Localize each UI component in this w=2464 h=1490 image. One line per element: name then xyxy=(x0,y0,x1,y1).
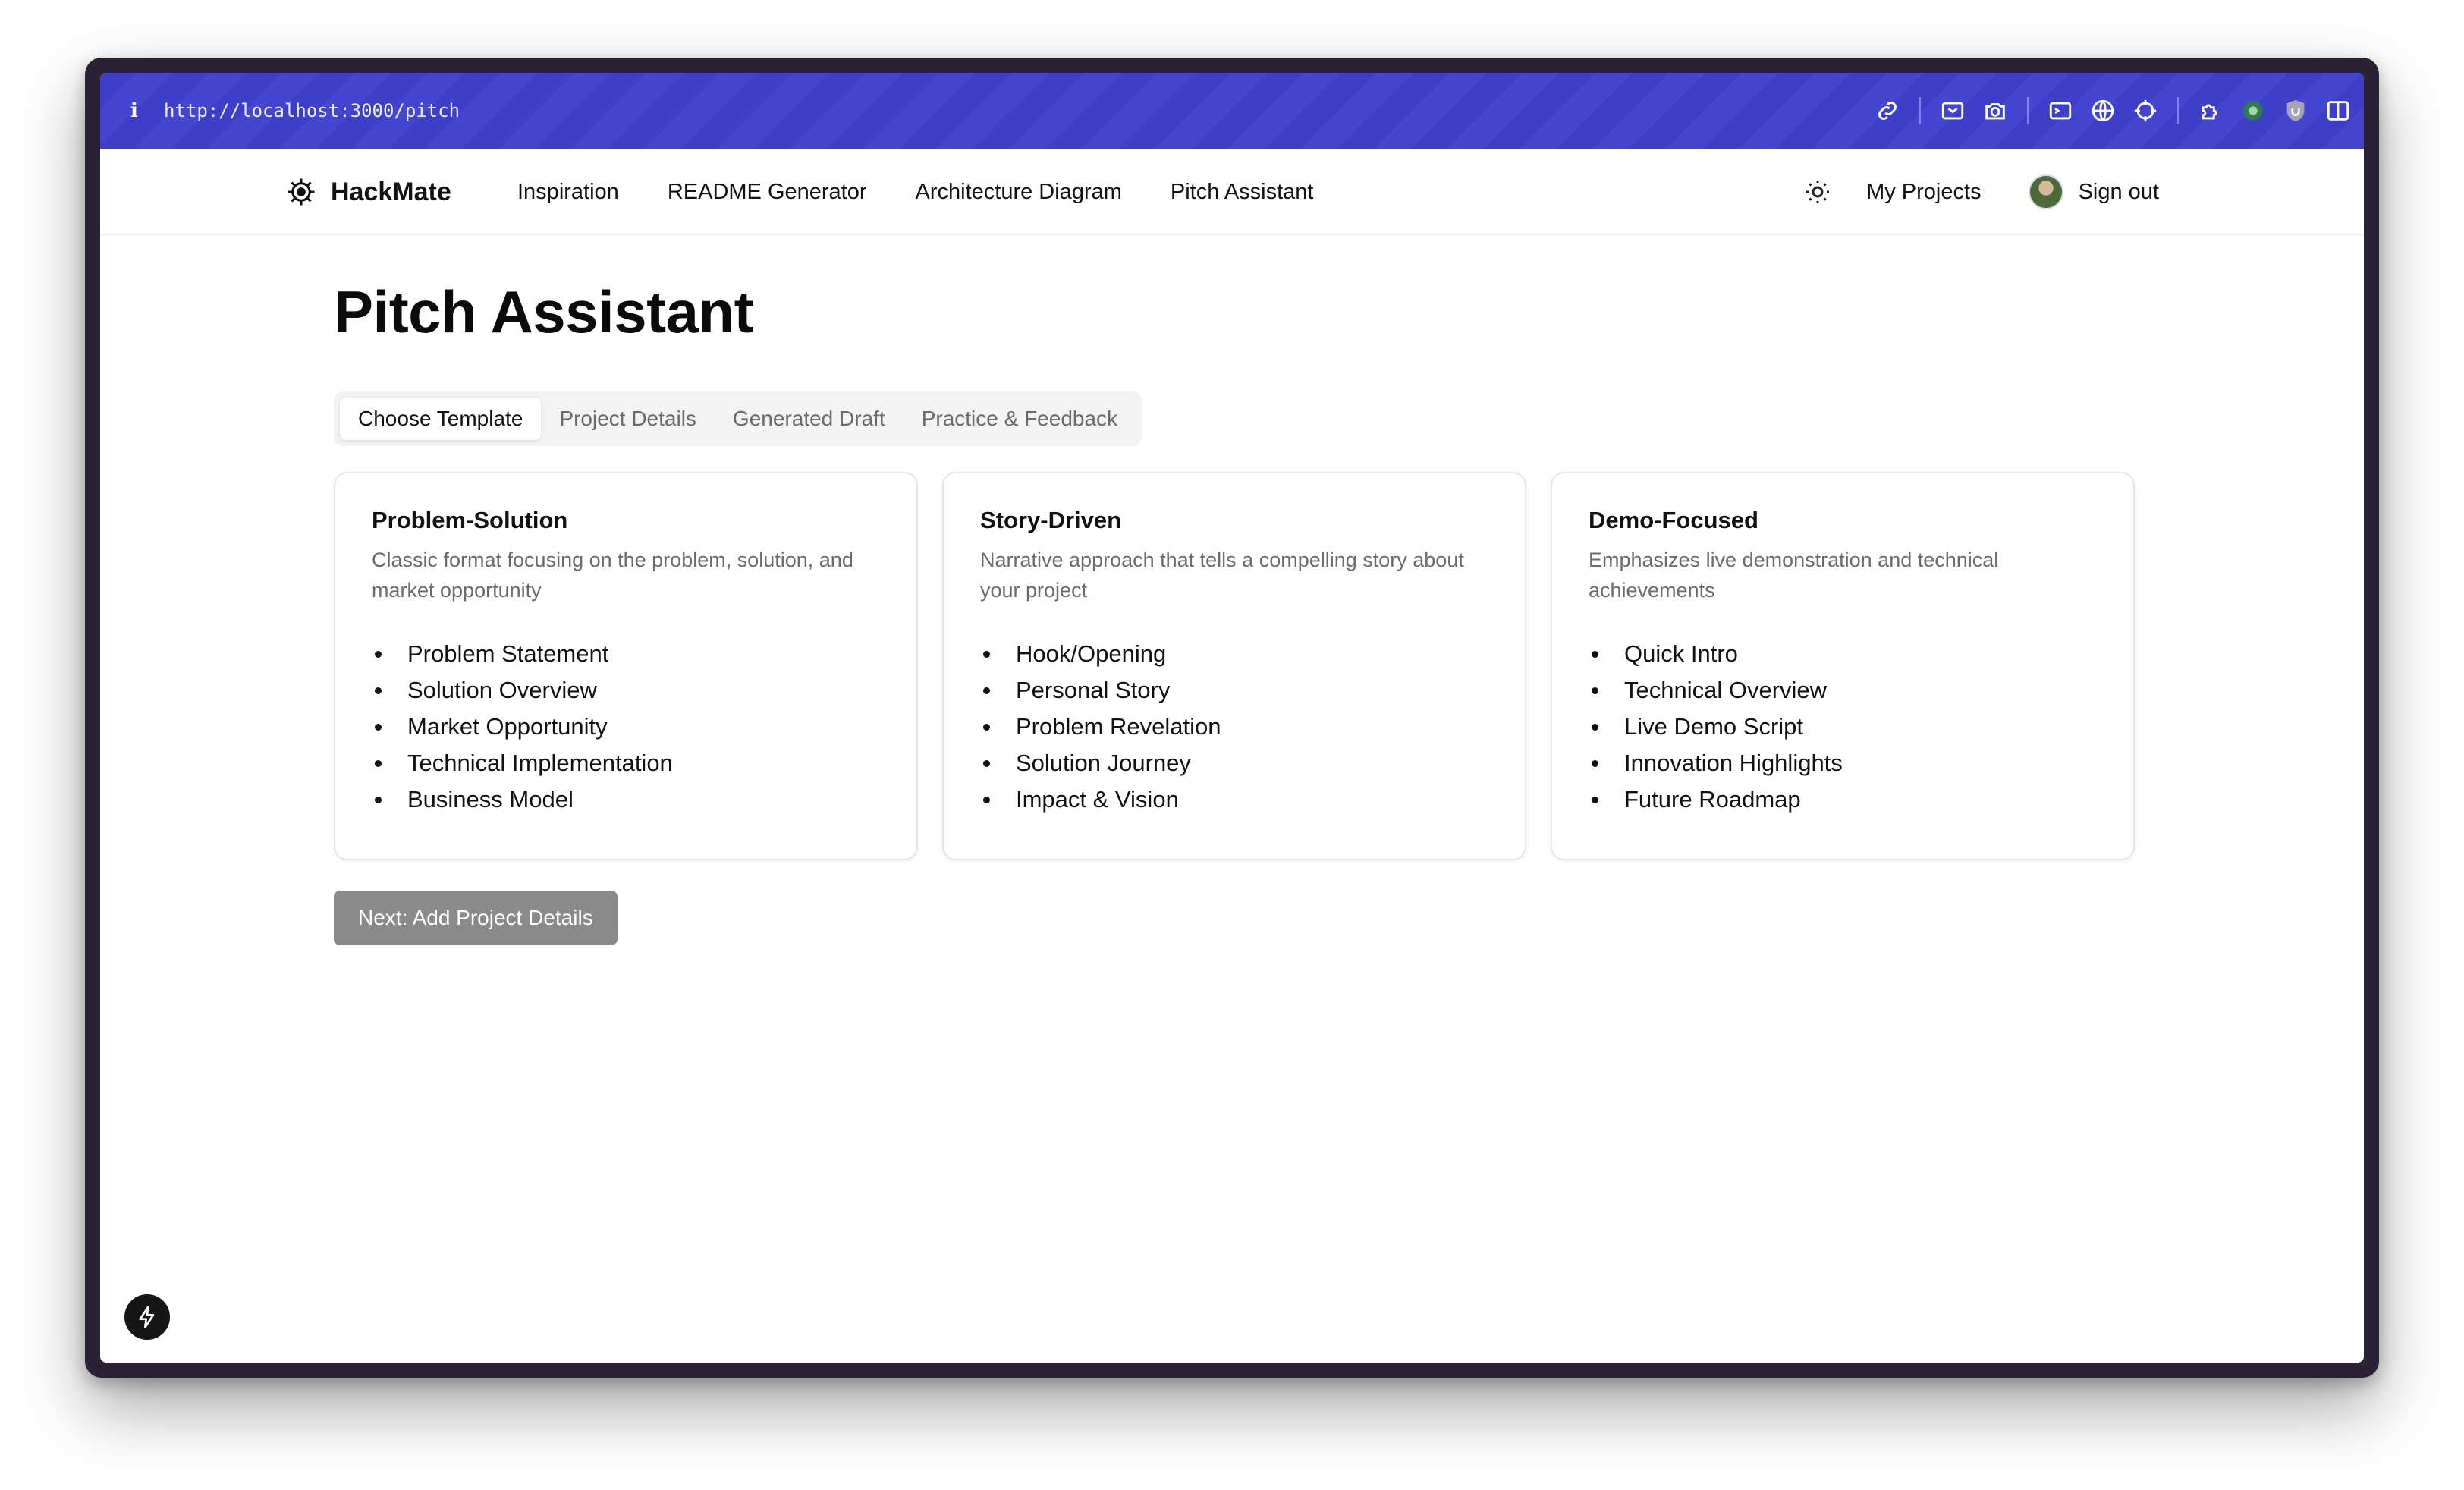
template-sections: Quick Intro Technical Overview Live Demo… xyxy=(1589,636,2097,818)
brand[interactable]: HackMate xyxy=(282,149,451,235)
step-tabs: Choose Template Project Details Generate… xyxy=(334,391,1142,446)
template-sections: Hook/Opening Personal Story Problem Reve… xyxy=(980,636,1488,818)
ublock-shield-icon[interactable] xyxy=(2282,97,2309,124)
browser-frame: i http://localhost:3000/pitch HackMate I… xyxy=(85,58,2379,1378)
toolbar-divider xyxy=(1919,97,1921,124)
list-item: Innovation Highlights xyxy=(1589,745,2097,781)
hackmate-logo-icon xyxy=(288,178,315,206)
link-icon[interactable] xyxy=(1874,97,1901,124)
brand-name: HackMate xyxy=(331,177,451,206)
page-title: Pitch Assistant xyxy=(334,278,754,345)
lightning-icon xyxy=(139,1306,155,1328)
site-info-icon[interactable]: i xyxy=(123,99,146,122)
browser-window: i http://localhost:3000/pitch HackMate I… xyxy=(100,73,2364,1363)
crosshair-icon[interactable] xyxy=(2132,97,2159,124)
nav-link-pitch-assistant[interactable]: Pitch Assistant xyxy=(1171,180,1314,205)
list-item: Future Roadmap xyxy=(1589,781,2097,818)
template-name: Problem-Solution xyxy=(372,507,568,533)
list-item: Technical Overview xyxy=(1589,672,2097,709)
list-item: Solution Journey xyxy=(980,745,1488,781)
nav-link-inspiration[interactable]: Inspiration xyxy=(517,180,619,205)
tab-practice-feedback[interactable]: Practice & Feedback xyxy=(904,398,1136,440)
list-item: Quick Intro xyxy=(1589,636,2097,672)
list-item: Personal Story xyxy=(980,672,1488,709)
theme-toggle-sun-icon[interactable] xyxy=(1804,178,1831,206)
avatar[interactable] xyxy=(2028,174,2063,209)
list-item: Live Demo Script xyxy=(1589,709,2097,745)
template-card-demo-focused[interactable]: Demo-Focused Emphasizes live demonstrati… xyxy=(1551,472,2135,860)
template-card-problem-solution[interactable]: Problem-Solution Classic format focusing… xyxy=(334,472,918,860)
globe-icon[interactable] xyxy=(2089,97,2117,124)
list-item: Technical Implementation xyxy=(372,745,880,781)
list-item: Impact & Vision xyxy=(980,781,1488,818)
my-projects-link[interactable]: My Projects xyxy=(1866,180,1981,205)
screenshot-icon[interactable] xyxy=(1939,97,1966,124)
nav-link-architecture-diagram[interactable]: Architecture Diagram xyxy=(916,180,1122,205)
url-text[interactable]: http://localhost:3000/pitch xyxy=(164,100,460,121)
browser-toolbar-icons xyxy=(1859,73,2352,149)
nav-link-readme-generator[interactable]: README Generator xyxy=(668,180,867,205)
dev-tools-button[interactable] xyxy=(124,1294,170,1340)
toolbar-divider xyxy=(2177,97,2179,124)
list-item: Solution Overview xyxy=(372,672,880,709)
extension-icon[interactable] xyxy=(2197,97,2224,124)
list-item: Problem Revelation xyxy=(980,709,1488,745)
extension-green-icon[interactable] xyxy=(2239,97,2267,124)
terminal-icon[interactable] xyxy=(2047,97,2074,124)
tab-choose-template[interactable]: Choose Template xyxy=(340,398,542,440)
nav-right: My Projects Sign out xyxy=(1804,149,2159,235)
sidebar-icon[interactable] xyxy=(2324,97,2352,124)
template-cards: Problem-Solution Classic format focusing… xyxy=(334,472,2159,860)
tab-generated-draft[interactable]: Generated Draft xyxy=(715,398,904,440)
next-add-project-details-button[interactable]: Next: Add Project Details xyxy=(334,891,618,945)
list-item: Market Opportunity xyxy=(372,709,880,745)
template-description: Narrative approach that tells a compelli… xyxy=(980,549,1464,602)
url-bar: i http://localhost:3000/pitch xyxy=(100,73,2364,149)
top-nav: HackMate Inspiration README Generator Ar… xyxy=(100,149,2364,235)
list-item: Problem Statement xyxy=(372,636,880,672)
template-name: Demo-Focused xyxy=(1589,507,1758,533)
template-description: Emphasizes live demonstration and techni… xyxy=(1589,549,1999,602)
sign-out-button[interactable]: Sign out xyxy=(2079,180,2159,205)
list-item: Hook/Opening xyxy=(980,636,1488,672)
template-description: Classic format focusing on the problem, … xyxy=(372,549,853,602)
toolbar-divider xyxy=(2027,97,2029,124)
template-sections: Problem Statement Solution Overview Mark… xyxy=(372,636,880,818)
list-item: Business Model xyxy=(372,781,880,818)
camera-icon[interactable] xyxy=(1982,97,2009,124)
tab-project-details[interactable]: Project Details xyxy=(541,398,715,440)
template-card-story-driven[interactable]: Story-Driven Narrative approach that tel… xyxy=(942,472,1526,860)
template-name: Story-Driven xyxy=(980,507,1122,533)
nav-links: Inspiration README Generator Architectur… xyxy=(517,149,1362,235)
